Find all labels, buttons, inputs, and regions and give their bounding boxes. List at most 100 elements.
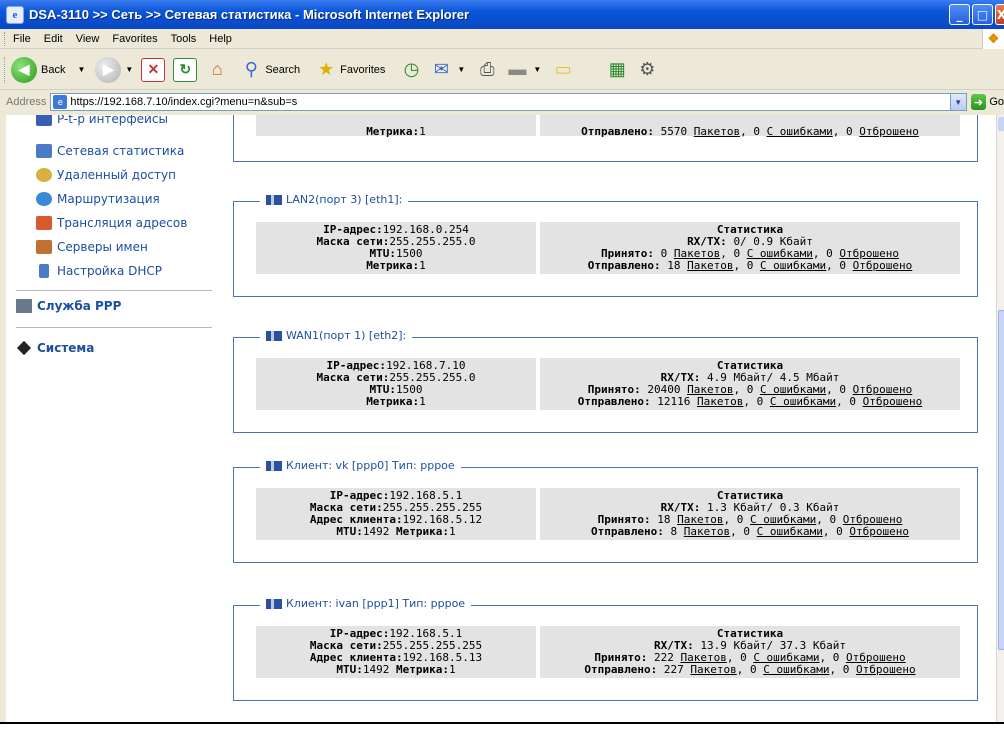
sidebar-item-dns[interactable]: Серверы имен <box>36 237 148 257</box>
favorites-button[interactable]: Favorites <box>340 64 385 76</box>
dhcp-icon <box>39 264 49 278</box>
sidebar-item-label: Трансляция адресов <box>57 216 188 230</box>
mail-dropdown-icon[interactable]: ▼ <box>457 65 465 74</box>
minimize-button[interactable]: _ <box>949 4 970 25</box>
group-legend: LAN2(порт 3) [eth1]: <box>260 193 409 206</box>
network-card-icon <box>266 598 282 609</box>
interface-info-panel: Метрика:1 <box>256 115 536 138</box>
sidebar-item-label: Сетевая статистика <box>57 144 185 158</box>
ie-icon: e <box>6 5 24 24</box>
errors-link[interactable]: С ошибками <box>770 395 836 408</box>
sidebar-item-dhcp[interactable]: Настройка DHCP <box>36 261 162 281</box>
sidebar-item-label: Настройка DHCP <box>57 264 163 278</box>
sidebar-item-ptp[interactable]: P-t-p интерфейсы <box>36 115 168 129</box>
mail-icon[interactable]: ✉ <box>429 58 453 82</box>
scrollbar-thumb[interactable] <box>998 310 1004 650</box>
menu-favorites[interactable]: Favorites <box>112 33 157 45</box>
stats-icon <box>36 144 52 158</box>
packets-link[interactable]: Пакетов <box>687 259 733 272</box>
print-icon[interactable]: ⎙ <box>475 58 499 82</box>
go-button[interactable]: Go <box>989 96 1004 108</box>
sidebar-item-net-stats[interactable]: Сетевая статистика <box>36 141 184 161</box>
dns-icon <box>36 240 52 254</box>
sidebar-section-label: Система <box>37 341 95 355</box>
system-icon <box>16 340 32 356</box>
interface-info-panel: IP-адрес:192.168.0.254 Маска сети:255.25… <box>256 222 536 274</box>
forward-icon[interactable]: ▶ <box>95 56 122 83</box>
errors-link[interactable]: С ошибками <box>757 525 823 538</box>
maximize-button[interactable]: □ <box>972 4 993 25</box>
errors-link[interactable]: С ошибками <box>767 125 833 138</box>
back-dropdown-icon[interactable]: ▼ <box>77 65 85 74</box>
info-line: Метрика:1 <box>366 125 426 138</box>
search-icon[interactable]: ⚲ <box>239 58 263 82</box>
menu-tools[interactable]: Tools <box>171 33 197 45</box>
toolbar: ◀ Back ▼ ▶ ▼ ✕ ↻ ⌂ ⚲ Search ★ Favorites … <box>0 50 1004 90</box>
menu-help[interactable]: Help <box>209 33 232 45</box>
menu-file[interactable]: File <box>13 33 31 45</box>
dropped-link[interactable]: Отброшено <box>849 525 909 538</box>
back-button[interactable]: Back <box>41 64 65 76</box>
address-dropdown-icon[interactable]: ▼ <box>949 94 966 110</box>
dropped-link[interactable]: Отброшено <box>853 259 913 272</box>
home-icon[interactable]: ⌂ <box>205 58 229 82</box>
close-button[interactable]: X <box>995 4 1004 25</box>
network-icon <box>36 115 52 126</box>
refresh-icon[interactable]: ↻ <box>173 57 198 82</box>
packets-link[interactable]: Пакетов <box>690 663 736 676</box>
packets-link[interactable]: Пакетов <box>694 125 740 138</box>
network-card-icon <box>266 194 282 205</box>
toolbar-grip <box>4 56 7 83</box>
errors-link[interactable]: С ошибками <box>760 259 826 272</box>
stop-icon[interactable]: ✕ <box>141 57 166 82</box>
windows-logo-icon: ❖ <box>982 29 1004 49</box>
group-legend: Клиент: vk [ppp0] Тип: pppoe <box>260 459 461 472</box>
search-button[interactable]: Search <box>265 64 300 76</box>
sidebar-section-label: Служба PPP <box>37 299 122 313</box>
page-content: P-t-p интерфейсы Сетевая статистика Удал… <box>6 115 996 722</box>
errors-link[interactable]: С ошибками <box>763 663 829 676</box>
address-bar: Address e https://192.168.7.10/index.cgi… <box>0 91 1004 113</box>
window-bottom-edge <box>0 722 1004 730</box>
sidebar: P-t-p интерфейсы Сетевая статистика Удал… <box>6 115 216 722</box>
sidebar-item-nat[interactable]: Трансляция адресов <box>36 213 187 233</box>
back-icon[interactable]: ◀ <box>11 56 37 83</box>
title-bar: e DSA-3110 >> Сеть >> Сетевая статистика… <box>0 0 1004 29</box>
group-legend: Клиент: ivan [ppp1] Тип: pppoe <box>260 597 472 610</box>
sidebar-item-remote-access[interactable]: Удаленный доступ <box>36 165 176 185</box>
history-icon[interactable]: ◷ <box>399 58 423 82</box>
address-label: Address <box>6 96 47 108</box>
edit-dropdown-icon[interactable]: ▼ <box>533 65 541 74</box>
packets-link[interactable]: Пакетов <box>697 395 743 408</box>
address-url[interactable]: https://192.168.7.10/index.cgi?menu=n&su… <box>70 96 297 108</box>
messenger-icon[interactable]: ▦ <box>605 58 629 82</box>
edit-icon[interactable]: ▬ <box>505 58 529 82</box>
client-info-panel: IP-адрес:192.168.5.1 Маска сети:255.255.… <box>256 626 536 678</box>
sidebar-section-ppp[interactable]: Служба PPP <box>16 299 121 313</box>
dropped-link[interactable]: Отброшено <box>856 663 916 676</box>
vertical-scrollbar[interactable] <box>996 115 1004 722</box>
network-card-icon <box>266 460 282 471</box>
sidebar-divider <box>16 327 212 328</box>
dropped-link[interactable]: Отброшено <box>863 395 923 408</box>
dropped-link[interactable]: Отброшено <box>859 125 919 138</box>
client-group-vk: Клиент: vk [ppp0] Тип: pppoe IP-адрес:19… <box>233 459 978 563</box>
scroll-up-icon[interactable] <box>998 117 1004 131</box>
routing-icon <box>36 192 52 206</box>
sidebar-item-label: P-t-p интерфейсы <box>57 115 168 126</box>
window-title: DSA-3110 >> Сеть >> Сетевая статистика -… <box>29 7 470 22</box>
sidebar-item-label: Маршрутизация <box>57 192 160 206</box>
favorites-icon[interactable]: ★ <box>314 58 338 82</box>
go-arrow-icon[interactable]: ➜ <box>970 94 987 110</box>
research-icon[interactable]: ⚙ <box>635 58 659 82</box>
client-stats-panel: Статистика RX/TX: 13.9 Кбайт/ 37.3 Кбайт… <box>540 626 960 678</box>
menu-view[interactable]: View <box>76 33 100 45</box>
address-input[interactable]: e https://192.168.7.10/index.cgi?menu=n&… <box>50 93 967 111</box>
nat-icon <box>36 216 52 230</box>
sidebar-item-routing[interactable]: Маршрутизация <box>36 189 160 209</box>
sidebar-section-system[interactable]: Система <box>16 340 95 356</box>
forward-dropdown-icon[interactable]: ▼ <box>125 65 133 74</box>
menu-edit[interactable]: Edit <box>44 33 63 45</box>
packets-link[interactable]: Пакетов <box>684 525 730 538</box>
folder-icon[interactable]: ▭ <box>551 58 575 82</box>
